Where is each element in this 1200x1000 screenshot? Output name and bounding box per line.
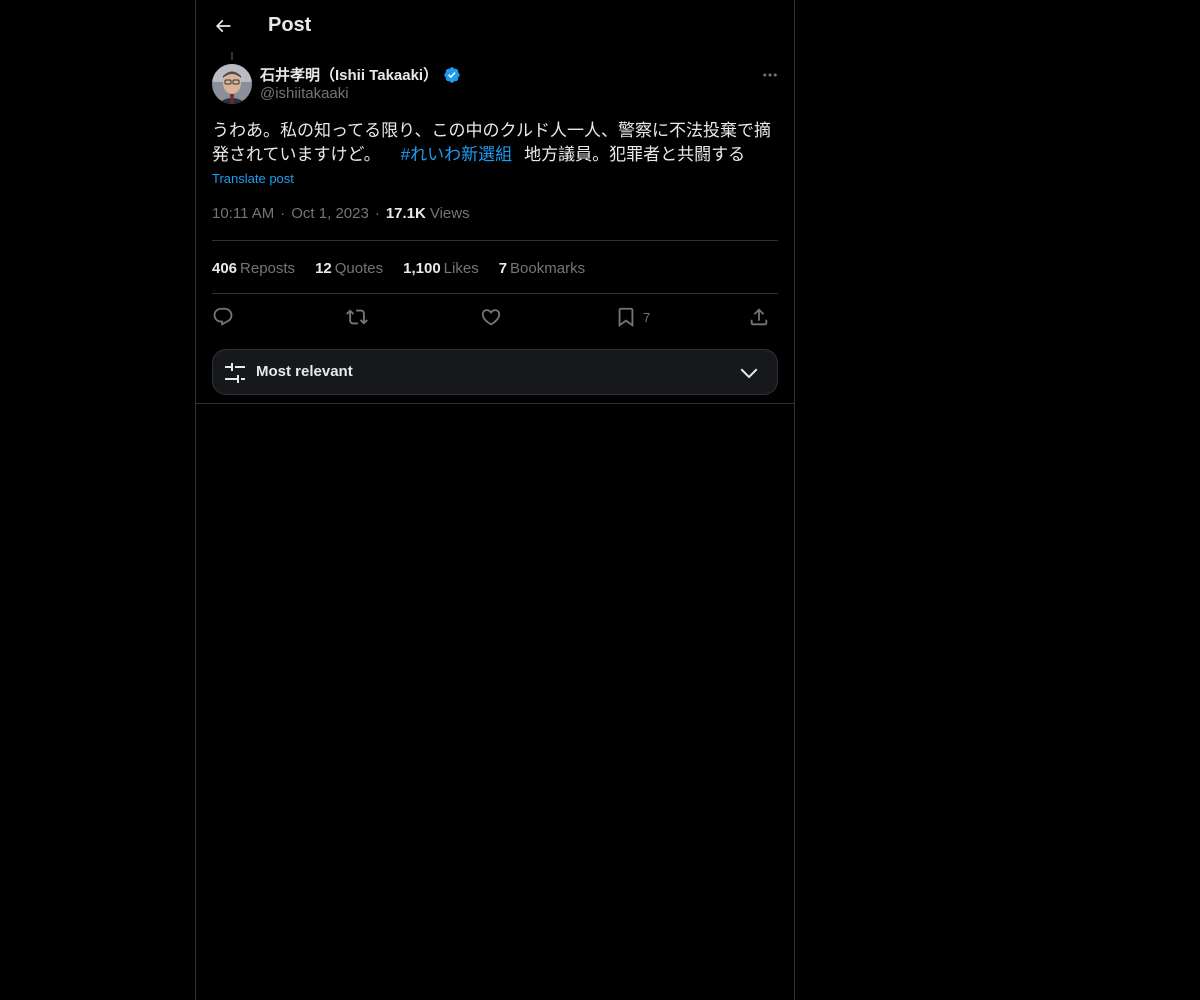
divider: [212, 293, 778, 294]
bookmarks-stat[interactable]: 7 Bookmarks: [499, 260, 585, 277]
sliders-icon: [225, 363, 245, 383]
avatar-image: [212, 64, 252, 104]
likes-stat[interactable]: 1,100 Likes: [403, 260, 479, 277]
heart-icon: [481, 309, 501, 326]
post-text-part2: 地方議員。犯罪者と共闘する: [524, 145, 746, 164]
author-name-row: 石井孝明（Ishii Takaaki）: [260, 64, 461, 85]
back-button[interactable]: [206, 9, 240, 43]
arrow-left-icon: [215, 19, 231, 33]
likes-count: 1,100: [403, 259, 441, 277]
bookmarks-count: 7: [498, 259, 508, 277]
like-button[interactable]: [480, 300, 502, 334]
sort-replies-dropdown[interactable]: Most relevant: [212, 349, 778, 395]
avatar[interactable]: [212, 64, 252, 104]
feed-divider: [196, 403, 794, 404]
views-label: Views: [429, 205, 470, 222]
likes-label: Likes: [443, 259, 479, 277]
action-bar: 7: [212, 300, 778, 334]
author-name[interactable]: 石井孝明（Ishii Takaaki）: [260, 64, 438, 85]
bookmarks-label: Bookmarks: [510, 259, 586, 277]
quotes-stat[interactable]: 12 Quotes: [315, 260, 383, 277]
verified-badge-icon[interactable]: [443, 66, 461, 84]
post-stats: 406 Reposts 12 Quotes 1,100 Likes 7 Bookmark…: [212, 257, 605, 279]
page-title: Post: [268, 14, 312, 36]
hashtag-link[interactable]: #れいわ新選組: [401, 145, 512, 164]
share-icon: [750, 308, 768, 326]
thread-line: [231, 52, 233, 60]
bookmark-icon: [618, 307, 634, 328]
separator-dot: ·: [280, 205, 286, 222]
post-date[interactable]: Oct 1, 2023: [291, 205, 369, 222]
repost-button[interactable]: [346, 300, 368, 334]
reposts-count: 406: [212, 259, 238, 277]
sort-label: Most relevant: [256, 363, 353, 380]
post-time[interactable]: 10:11 AM: [212, 205, 274, 222]
author-block: 石井孝明（Ishii Takaaki） @ishiitakaaki: [260, 64, 461, 102]
bookmark-button[interactable]: 7: [615, 300, 650, 334]
more-options-button[interactable]: [758, 64, 782, 86]
reposts-label: Reposts: [240, 259, 296, 277]
views-count[interactable]: 17.1K: [386, 205, 426, 222]
quotes-label: Quotes: [334, 259, 384, 277]
quotes-count: 12: [315, 259, 332, 277]
bookmark-count: 7: [643, 309, 651, 325]
reply-icon: [213, 307, 233, 326]
repost-icon: [346, 309, 368, 325]
more-horizontal-icon: [763, 73, 777, 77]
translate-post-link[interactable]: Translate post: [212, 171, 294, 186]
separator-dot: ·: [374, 205, 380, 222]
author-handle[interactable]: @ishiitakaaki: [260, 85, 461, 102]
top-bar: Post: [196, 0, 794, 53]
reposts-stat[interactable]: 406 Reposts: [212, 260, 295, 277]
chevron-down-icon: [740, 368, 758, 379]
divider: [212, 240, 778, 241]
share-button[interactable]: [748, 300, 770, 334]
main-column: Post 石井孝明（Ishii Takaaki） @ishiitakaaki う…: [195, 0, 795, 1000]
post-meta: 10:11 AM · Oct 1, 2023 · 17.1K Views: [212, 205, 470, 222]
post-text: うわあ。私の知ってる限り、この中のクルド人一人、警察に不法投棄で摘発されています…: [212, 119, 782, 167]
reply-button[interactable]: [212, 300, 234, 334]
